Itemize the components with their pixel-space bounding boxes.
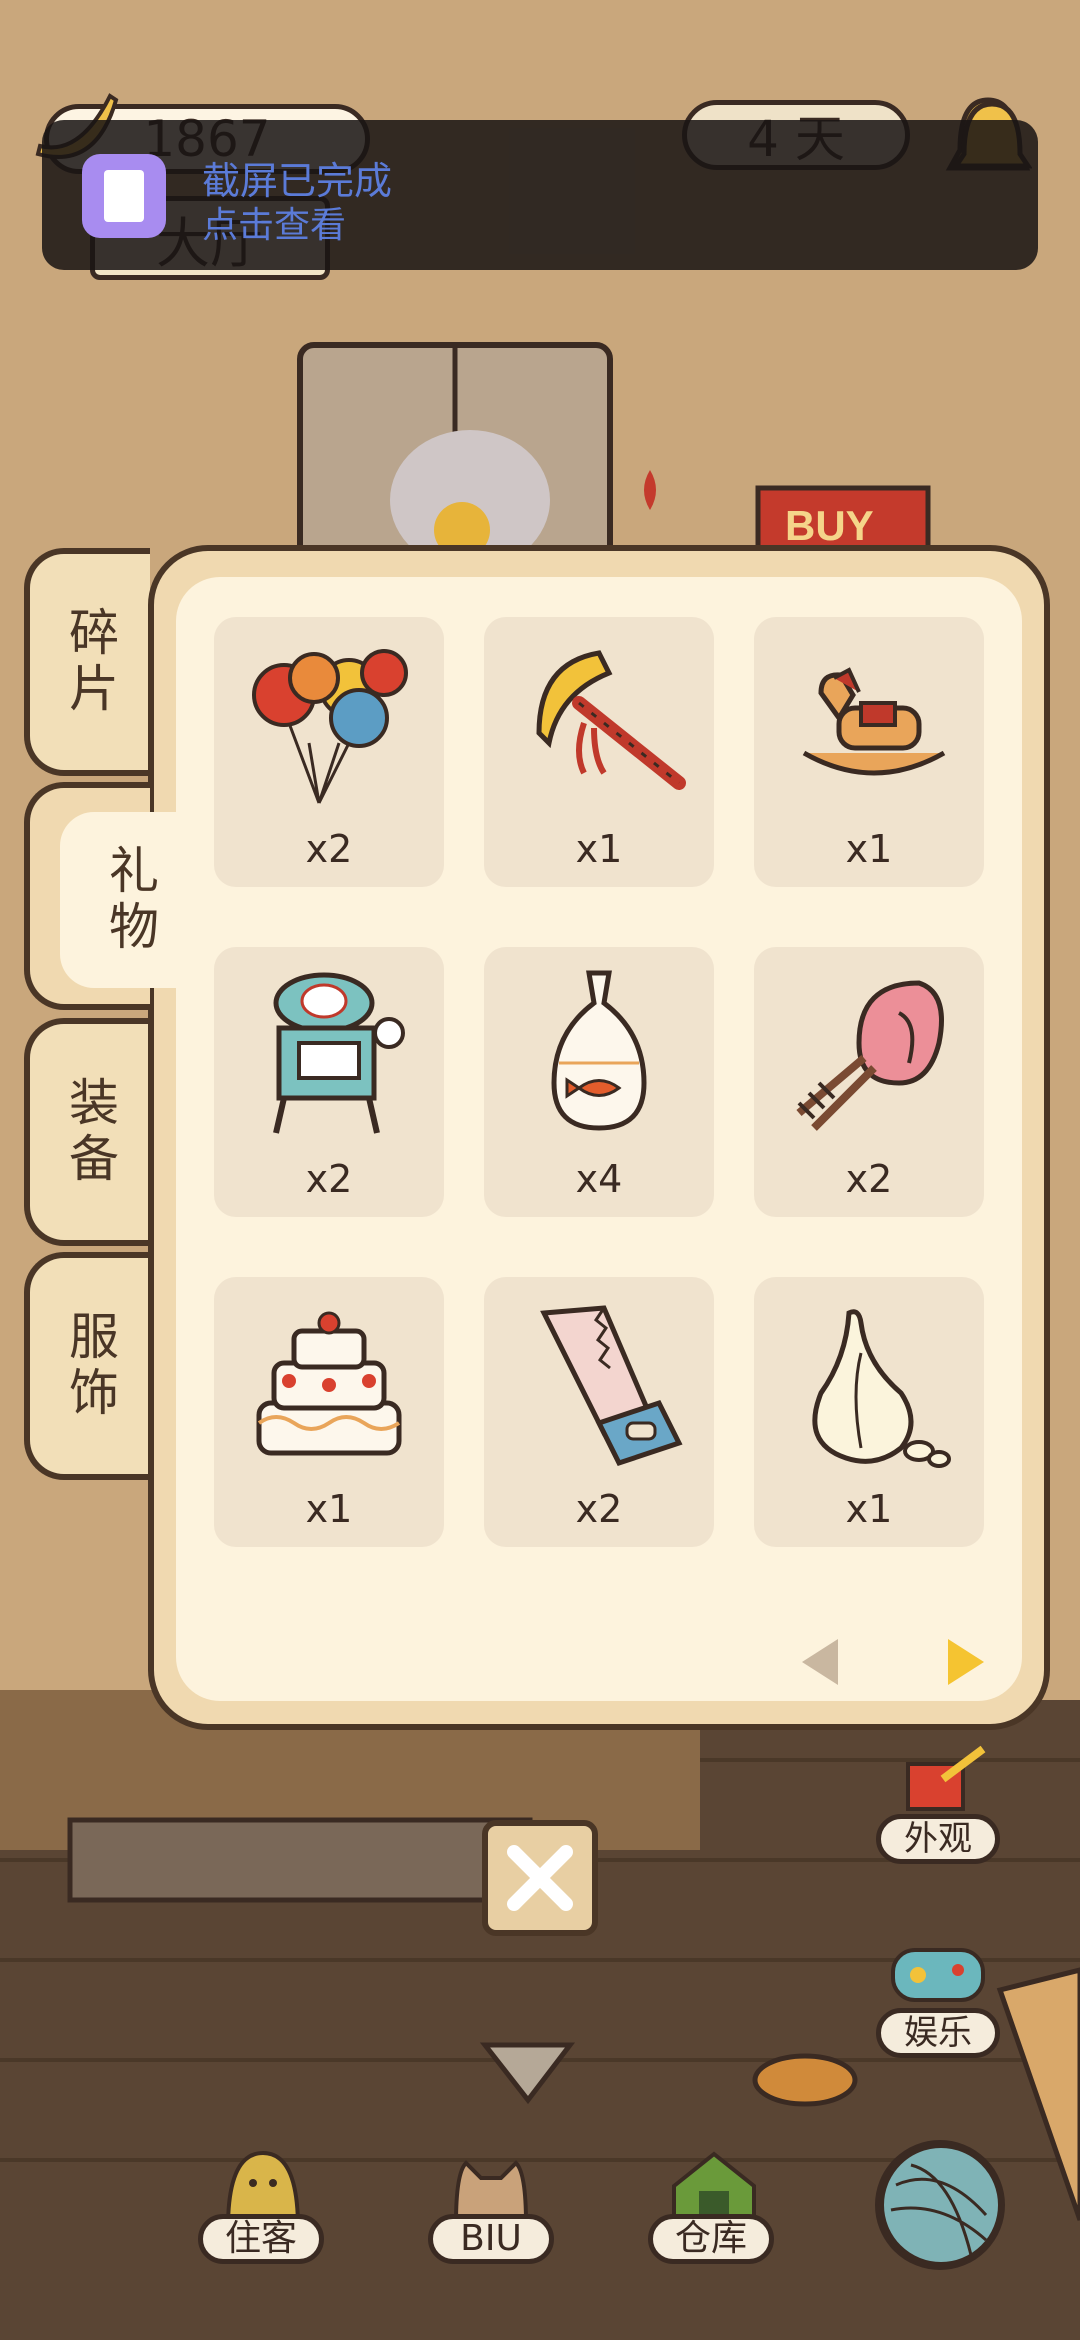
trumpet-icon — [536, 650, 686, 790]
tab-label: 碎片 — [61, 606, 119, 718]
notification-subtitle: 点击查看 — [202, 205, 347, 246]
residents-label: 住客 — [224, 2218, 297, 2259]
saw-icon — [540, 1305, 683, 1467]
item-trumpet[interactable]: x1 — [484, 617, 714, 887]
item-count: x1 — [575, 827, 623, 871]
goldfish-bag-icon — [551, 970, 647, 1131]
item-count: x2 — [845, 1157, 893, 1201]
close-button[interactable] — [482, 1820, 598, 1936]
warehouse-button[interactable]: 仓库 — [648, 2214, 774, 2264]
screenshot-notification[interactable]: 截屏已完成 点击查看 — [42, 120, 1038, 270]
paint-bucket-icon[interactable] — [888, 1744, 988, 1814]
shaved-ice-machine-icon — [273, 972, 405, 1134]
tab-label: 服饰 — [61, 1310, 119, 1422]
tab-label: 装备 — [61, 1076, 119, 1188]
item-goldfish-bag[interactable]: x4 — [484, 947, 714, 1217]
screenshot-icon — [82, 154, 166, 238]
item-cake[interactable]: x1 — [214, 1277, 444, 1547]
next-page-arrow-icon[interactable] — [938, 1637, 988, 1687]
entertainment-button[interactable]: 娱乐 — [876, 2008, 1000, 2058]
cake-icon — [256, 1311, 402, 1456]
balloons-icon — [252, 649, 408, 804]
item-count: x2 — [305, 827, 353, 871]
item-count: x2 — [575, 1487, 623, 1531]
biu-label: BIU — [460, 2218, 522, 2259]
inventory-panel: x2 x1 x1 x2 x4 x2 x1 x2 x1 — [148, 545, 1050, 1730]
rocking-horse-icon — [802, 667, 946, 776]
warehouse-label: 仓库 — [674, 2218, 747, 2259]
tab-label: 礼物 — [101, 844, 159, 956]
item-count: x1 — [845, 1487, 893, 1531]
tab-gifts[interactable]: 礼物 — [24, 782, 200, 1010]
item-hand-mixer[interactable]: x2 — [754, 947, 984, 1217]
item-balloons[interactable]: x2 — [214, 617, 444, 887]
tab-fragments[interactable]: 碎片 — [24, 548, 150, 776]
prev-page-arrow-icon[interactable] — [798, 1637, 848, 1687]
tab-equipment[interactable]: 装备 — [24, 1018, 150, 1246]
appearance-label: 外观 — [904, 1819, 972, 1859]
item-count: x4 — [575, 1157, 623, 1201]
garlic-icon — [812, 1309, 951, 1468]
item-rocking-horse[interactable]: x1 — [754, 617, 984, 887]
buy-sign: BUY — [785, 502, 874, 549]
gamepad-icon[interactable] — [888, 1940, 988, 2010]
close-icon — [507, 1845, 573, 1911]
tab-clothing[interactable]: 服饰 — [24, 1252, 150, 1480]
item-garlic[interactable]: x1 — [754, 1277, 984, 1547]
item-count: x1 — [845, 827, 893, 871]
residents-button[interactable]: 住客 — [198, 2214, 324, 2264]
entertainment-label: 娱乐 — [904, 2013, 972, 2053]
hand-mixer-icon — [796, 980, 944, 1131]
item-count: x2 — [305, 1157, 353, 1201]
appearance-button[interactable]: 外观 — [876, 1814, 1000, 1864]
item-shaved-ice-machine[interactable]: x2 — [214, 947, 444, 1217]
biu-button[interactable]: BIU — [428, 2214, 554, 2264]
inventory-grid: x2 x1 x1 x2 x4 x2 x1 x2 x1 — [176, 577, 1022, 1701]
item-count: x1 — [305, 1487, 353, 1531]
item-saw[interactable]: x2 — [484, 1277, 714, 1547]
yarn-ball-icon[interactable] — [876, 2140, 1006, 2270]
